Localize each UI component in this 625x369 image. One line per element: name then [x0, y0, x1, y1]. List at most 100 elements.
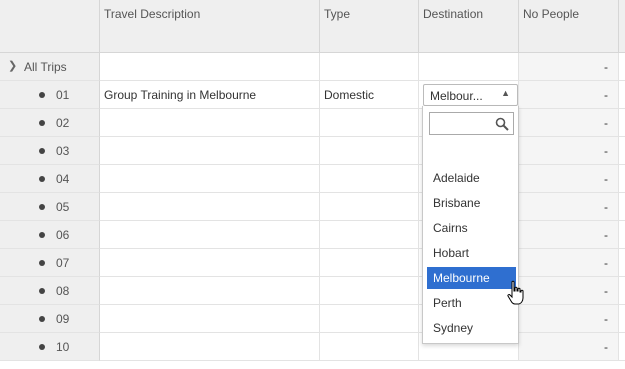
description-cell[interactable] [100, 109, 320, 136]
dot-icon [39, 344, 45, 350]
dot-icon [39, 288, 45, 294]
row-number: 01 [56, 88, 70, 102]
dot-icon [39, 204, 45, 210]
chevron-right-icon[interactable]: ❯ [8, 59, 17, 72]
table-row: - [100, 109, 625, 137]
row-number: 10 [56, 340, 70, 354]
dropdown-option[interactable]: Cairns [427, 217, 516, 239]
caret-up-icon[interactable]: ▲ [501, 88, 510, 98]
people-value: - [604, 256, 608, 270]
cell[interactable] [320, 53, 419, 80]
type-cell[interactable] [320, 277, 419, 304]
hand-cursor-icon [507, 280, 524, 305]
people-cell[interactable]: - [519, 305, 619, 332]
dot-icon [39, 232, 45, 238]
dot-icon [39, 120, 45, 126]
dot-icon [39, 260, 45, 266]
dropdown-option[interactable]: Brisbane [427, 192, 516, 214]
column-header-no-people[interactable]: No People [519, 0, 619, 52]
people-cell[interactable]: - [519, 137, 619, 164]
dropdown-search-input[interactable] [433, 115, 493, 132]
type-cell[interactable] [320, 333, 419, 360]
column-header-type[interactable]: Type [320, 0, 419, 52]
people-value: - [604, 116, 608, 130]
description-cell[interactable] [100, 193, 320, 220]
description-cell[interactable] [100, 249, 320, 276]
type-cell[interactable]: Domestic [320, 81, 419, 108]
row-number: 03 [56, 144, 70, 158]
row-header[interactable]: 02 [0, 109, 100, 137]
row-number: 05 [56, 200, 70, 214]
type-cell[interactable] [320, 193, 419, 220]
group-row-label: All Trips [24, 60, 67, 74]
type-cell[interactable] [320, 109, 419, 136]
people-cell[interactable]: - [519, 221, 619, 248]
table-row: - [100, 333, 625, 361]
row-header[interactable]: 09 [0, 305, 100, 333]
people-cell[interactable]: - [519, 81, 619, 108]
people-cell[interactable]: - [519, 249, 619, 276]
table-row: - [100, 137, 625, 165]
people-cell[interactable]: - [519, 277, 619, 304]
dot-icon [39, 176, 45, 182]
people-value: - [604, 144, 608, 158]
grid-header: Travel Description Type Destination No P… [0, 0, 625, 53]
people-value: - [604, 172, 608, 186]
cell[interactable] [419, 53, 519, 80]
description-cell[interactable] [100, 333, 320, 360]
corner-cell [0, 0, 100, 52]
type-cell[interactable] [320, 221, 419, 248]
row-number: 06 [56, 228, 70, 242]
type-cell[interactable] [320, 249, 419, 276]
row-number: 07 [56, 256, 70, 270]
people-cell[interactable]: - [519, 109, 619, 136]
row-header[interactable]: 03 [0, 137, 100, 165]
row-header[interactable]: 06 [0, 221, 100, 249]
table-row: - [100, 193, 625, 221]
description-cell[interactable] [100, 165, 320, 192]
row-header[interactable]: 10 [0, 333, 100, 361]
destination-select-value: Melbour... [430, 89, 483, 103]
description-cell[interactable]: Group Training in Melbourne [100, 81, 320, 108]
group-row: - [100, 53, 625, 81]
row-header[interactable]: 01 [0, 81, 100, 109]
dropdown-option[interactable]: Perth [427, 292, 516, 314]
row-header[interactable]: 07 [0, 249, 100, 277]
cell[interactable] [100, 53, 320, 80]
people-cell[interactable]: - [519, 165, 619, 192]
table-row: - [100, 305, 625, 333]
dropdown-option[interactable]: Sydney [427, 317, 516, 339]
description-cell[interactable] [100, 221, 320, 248]
type-cell[interactable] [320, 305, 419, 332]
row-number: 04 [56, 172, 70, 186]
destination-dropdown: Adelaide Brisbane Cairns Hobart Melbourne Per… [422, 106, 519, 344]
table-row: - [100, 277, 625, 305]
dropdown-option[interactable]: Adelaide [427, 167, 516, 189]
description-cell[interactable] [100, 277, 320, 304]
dropdown-option[interactable]: Hobart [427, 242, 516, 264]
row-header[interactable]: 08 [0, 277, 100, 305]
row-number: 09 [56, 312, 70, 326]
cell[interactable]: - [519, 53, 619, 80]
row-header[interactable]: 04 [0, 165, 100, 193]
group-row-header[interactable]: ❯ All Trips [0, 53, 100, 81]
type-cell[interactable] [320, 165, 419, 192]
type-cell[interactable] [320, 137, 419, 164]
dropdown-option[interactable]: Melbourne [427, 267, 516, 289]
row-header[interactable]: 05 [0, 193, 100, 221]
column-header-destination[interactable]: Destination [419, 0, 519, 52]
destination-select[interactable]: Melbour... ▲ [423, 84, 518, 106]
table-row: - [100, 165, 625, 193]
dot-icon [39, 148, 45, 154]
people-cell[interactable]: - [519, 333, 619, 360]
description-cell[interactable] [100, 137, 320, 164]
group-row-value: - [604, 60, 608, 74]
description-cell[interactable] [100, 305, 320, 332]
data-grid: Travel Description Type Destination No P… [0, 0, 625, 369]
dropdown-search[interactable] [429, 112, 514, 135]
people-cell[interactable]: - [519, 193, 619, 220]
table-row: Group Training in Melbourne Domestic - [100, 81, 625, 109]
people-value: - [604, 88, 608, 102]
dot-icon [39, 92, 45, 98]
column-header-description[interactable]: Travel Description [100, 0, 320, 52]
